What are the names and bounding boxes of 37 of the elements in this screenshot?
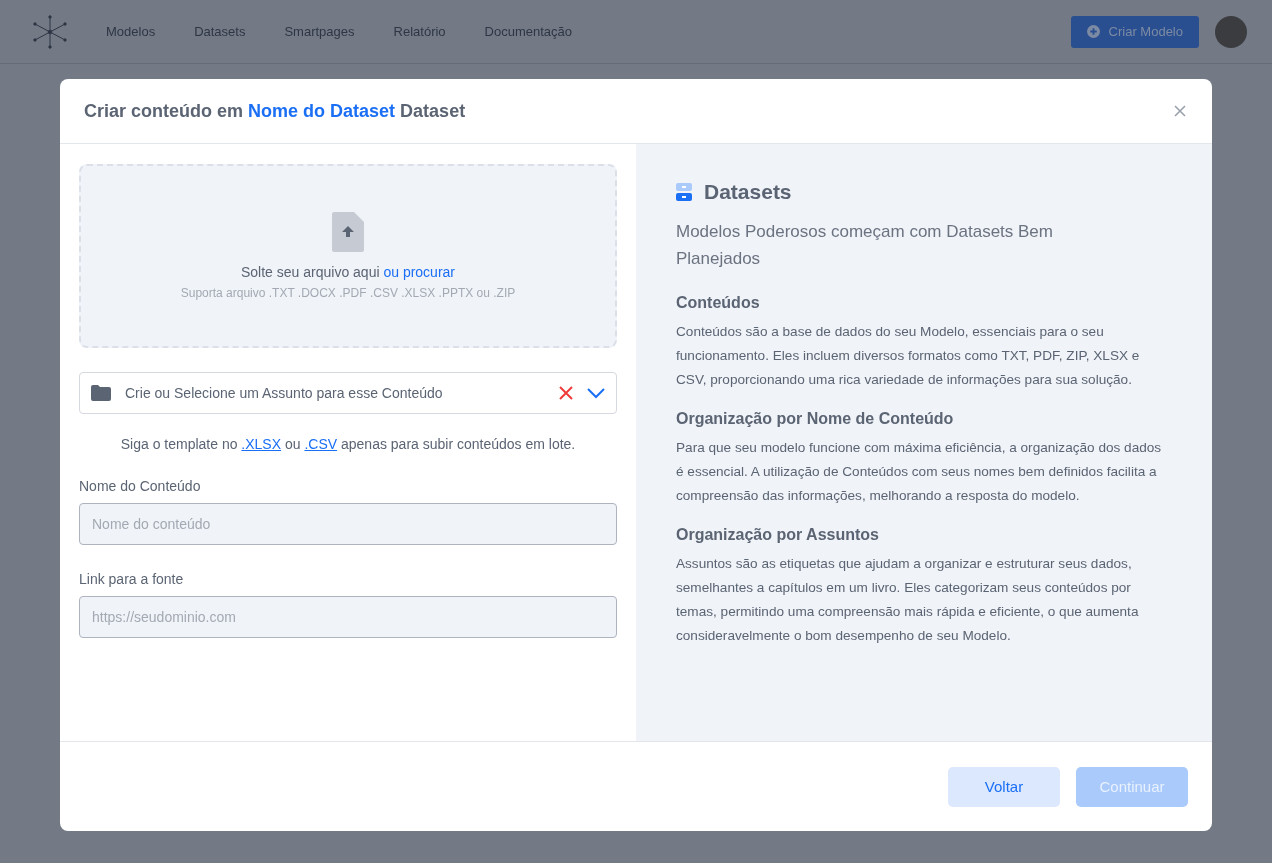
template-link[interactable]: .XLSX — [241, 436, 282, 452]
plus-circle-icon — [1086, 25, 1100, 38]
close-button[interactable] — [1172, 103, 1188, 119]
nav-link[interactable]: Relatório — [393, 24, 446, 39]
logo-icon — [33, 14, 67, 49]
input-field[interactable]: Nome do conteúdo — [79, 503, 617, 545]
field-label: Nome do Conteúdo — [79, 478, 202, 494]
drop-instruction: Solte seu arquivo aqui ou procurar — [241, 264, 455, 280]
avatar[interactable] — [1215, 15, 1247, 48]
nav-link[interactable]: Documentação — [484, 24, 573, 39]
template-hint: Siga o template no .XLSX ou .CSV apenas para subir conteúdos em lote. — [119, 436, 577, 452]
modal-title: Criar conteúdo em Nome do Dataset Dataset — [84, 100, 466, 122]
section-heading: Organização por Assuntos — [676, 526, 880, 544]
section-heading: Organização por Nome de Conteúdo — [676, 410, 955, 428]
create-model-button[interactable]: Criar Modelo — [1070, 15, 1199, 48]
file-drop-zone[interactable]: Solte seu arquivo aqui ou procurar Suporta arquivo .TXT .DOCX .PDF .CSV .XLSX .PPTX ou .ZIP — [79, 164, 617, 348]
section-text: Para que seu modelo funcione com máxima eficiência, a organização dos dados é essencial. A utilização de Conteúdos com seus nomes bem definidos facilita a compreensão das informações, melhorando a resposta do modelo. — [676, 439, 1163, 505]
subject-select[interactable]: Crie ou Selecione um Assunto para esse Conteúdo — [79, 372, 617, 414]
folder-icon — [91, 385, 111, 401]
browse-link[interactable]: ou procurar — [383, 264, 455, 280]
field-label: Link para a fonte — [79, 571, 185, 587]
section-text: Assuntos são as etiquetas que ajudam a organizar e estruturar seus dados, semelhantes a capítulos em um livro. Eles categorizam seus conteúdos por temas, permitindo uma compreensão mais rápida e eficiente, o que aumenta consideravelmente o bom desempenho de seu Modelo. — [676, 555, 1140, 645]
template-link[interactable]: .CSV — [304, 436, 338, 452]
nav-link[interactable]: Smartpages — [284, 24, 355, 39]
chevron-down-icon[interactable] — [587, 387, 605, 399]
section-text: Conteúdos são a base de dados do seu Modelo, essenciais para o seu funcionamento. Eles incluem diversos formatos como TXT, PDF, ZIP, XLSX e CSV, proporcionando uma rica variedade de informações para sua solução. — [676, 323, 1141, 389]
input-field[interactable]: https://seudominio.com — [79, 596, 617, 638]
info-title: Datasets — [704, 180, 792, 204]
archive-icon — [676, 183, 692, 201]
file-upload-icon — [332, 212, 364, 252]
info-subtitle: Modelos Poderosos começam com Datasets Bem Planejados — [676, 221, 1054, 270]
clear-icon[interactable] — [559, 386, 573, 400]
supported-formats: Suporta arquivo .TXT .DOCX .PDF .CSV .XLSX .PPTX ou .ZIP — [180, 286, 516, 300]
nav-link[interactable]: Datasets — [194, 24, 246, 39]
back-button[interactable]: Voltar — [948, 766, 1060, 807]
section-heading: Conteúdos — [676, 294, 761, 312]
nav-link[interactable]: Modelos — [106, 24, 156, 39]
